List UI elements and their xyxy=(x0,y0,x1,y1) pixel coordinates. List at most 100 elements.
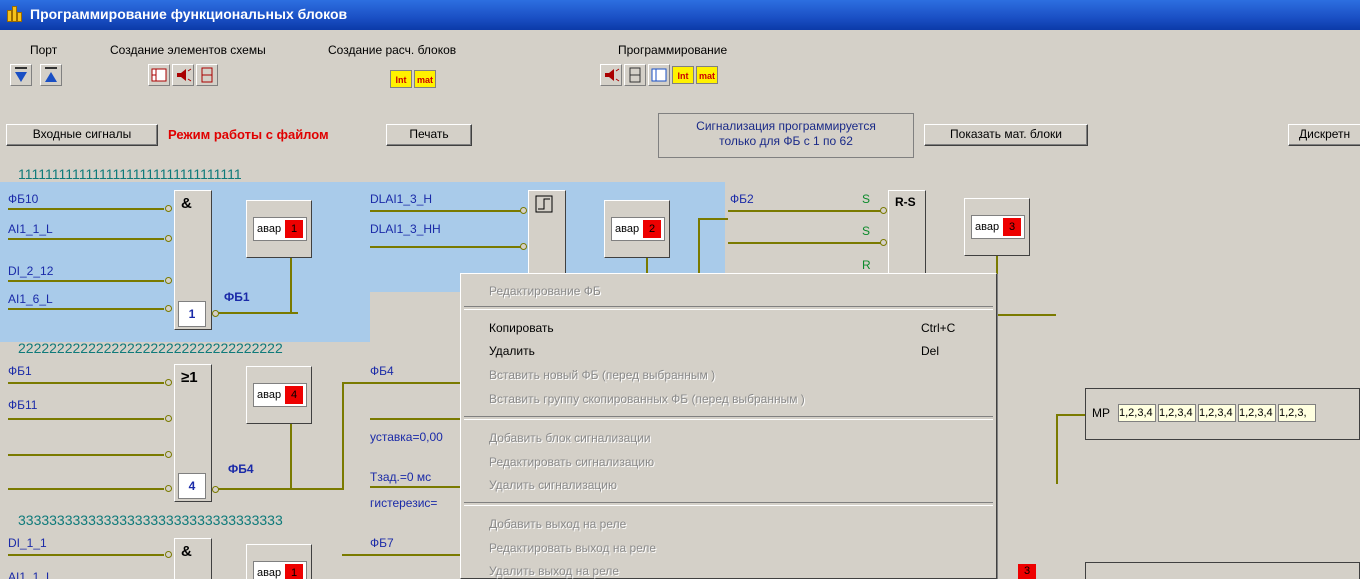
relay-cell[interactable]: 1,2,3,4 xyxy=(1238,404,1276,422)
rs-s-label: S xyxy=(862,224,871,238)
block-symbol: R-S xyxy=(895,195,916,209)
print-button[interactable]: Печать xyxy=(386,124,472,146)
title-bar: Программирование функциональных блоков xyxy=(0,0,1360,30)
input-label: ФБ4 xyxy=(370,364,394,378)
input-label: ФБ7 xyxy=(370,536,394,550)
block-element-icon[interactable] xyxy=(148,64,170,86)
discrete-button[interactable]: Дискретн xyxy=(1288,124,1360,146)
alarm-program-icon[interactable] xyxy=(600,64,622,86)
relay-element-icon[interactable] xyxy=(196,64,218,86)
delay-label: Тзад.=0 мс xyxy=(370,470,432,484)
int-program-button[interactable]: Int xyxy=(672,66,694,84)
alarm-label: авар 4 xyxy=(253,383,307,407)
int-block-button[interactable]: Int xyxy=(390,70,412,88)
fb4-block[interactable]: ≥1 4 xyxy=(174,364,212,502)
alarm-box-2[interactable]: авар 2 xyxy=(604,200,670,258)
row-marker-2: 2222222222222222222222222222222222 xyxy=(18,340,283,356)
input-label: AI1_1_L xyxy=(8,222,53,236)
input-label: DI_1_1 xyxy=(8,536,47,550)
port-upload-icon[interactable] xyxy=(40,64,62,86)
input-label: DLAI1_3_H xyxy=(370,192,433,206)
menu-header: Редактирование ФБ xyxy=(489,284,601,298)
context-menu: Редактирование ФБ Копировать Ctrl+C Удал… xyxy=(460,273,997,579)
relay-output-panel-2 xyxy=(1085,562,1360,579)
block-symbol: & xyxy=(181,543,192,560)
block-program-icon[interactable] xyxy=(648,64,670,86)
menu-create-calc-blocks[interactable]: Создание расч. блоков xyxy=(328,43,456,57)
relay-program-icon[interactable] xyxy=(624,64,646,86)
setpoint-label: уставка=0,00 xyxy=(370,430,443,444)
shortcut-copy: Ctrl+C xyxy=(921,321,956,335)
relay-cell[interactable]: 1,2,3,4 xyxy=(1198,404,1236,422)
mat-block-button[interactable]: mat xyxy=(414,70,436,88)
alarm-number: 3 xyxy=(1018,564,1036,579)
alarm-label: авар 1 xyxy=(253,217,307,241)
window-title: Программирование функциональных блоков xyxy=(30,6,348,22)
alarm-number: 1 xyxy=(285,220,303,238)
row-marker-3: 3333333333333333333333333333333333 xyxy=(18,512,283,528)
relay-cell[interactable]: 1,2,3, xyxy=(1278,404,1316,422)
menu-item-insert-group[interactable]: Вставить группу скопированных ФБ (перед … xyxy=(489,392,805,406)
shortcut-delete: Del xyxy=(921,344,940,358)
fb-output-name: ФБ4 xyxy=(228,462,254,476)
input-label: AI1_6_L xyxy=(8,292,53,306)
menu-item-delete-alarm[interactable]: Удалить сигнализацию xyxy=(489,478,617,492)
menu-bar: Порт Создание элементов схемы Создание р… xyxy=(0,40,1360,60)
input-label: ФБ2 xyxy=(730,192,754,206)
menu-create-elements[interactable]: Создание элементов схемы xyxy=(110,43,266,57)
hysteresis-label: гистерезис= xyxy=(370,496,438,510)
menu-port[interactable]: Порт xyxy=(30,43,57,57)
alarm-box-3[interactable]: авар 3 xyxy=(964,198,1030,256)
alarm-number: 3 xyxy=(1003,218,1021,236)
port-download-icon[interactable] xyxy=(10,64,32,86)
edge-trigger-icon xyxy=(535,195,553,213)
row-marker-1: 111111111111111111111111111111111 xyxy=(18,166,242,182)
relay-cell[interactable]: 1,2,3,4 xyxy=(1118,404,1156,422)
alarm-note: Сигнализация программируется только для … xyxy=(658,113,914,158)
fb4-number: 4 xyxy=(178,473,206,499)
menu-item-edit-relay[interactable]: Редактировать выход на реле xyxy=(489,541,656,555)
block-symbol: ≥1 xyxy=(181,369,198,386)
alarm-number: 4 xyxy=(285,386,303,404)
alarm-box-5[interactable]: авар 1 xyxy=(246,544,312,579)
input-label: DI_2_12 xyxy=(8,264,54,278)
relay-cell[interactable]: 1,2,3,4 xyxy=(1158,404,1196,422)
menu-item-delete[interactable]: Удалить xyxy=(489,344,535,358)
fb1-block[interactable]: & 1 xyxy=(174,190,212,330)
input-label: DLAI1_3_HH xyxy=(370,222,441,236)
menu-item-edit-alarm[interactable]: Редактировать сигнализацию xyxy=(489,455,654,469)
menu-programming[interactable]: Программирование xyxy=(618,43,727,57)
mat-program-button[interactable]: mat xyxy=(696,66,718,84)
fb-output-name: ФБ1 xyxy=(224,290,250,304)
menu-item-insert-new[interactable]: Вставить новый ФБ (перед выбранным ) xyxy=(489,368,715,382)
fb7-block[interactable]: & xyxy=(174,538,212,579)
input-signals-button[interactable]: Входные сигналы xyxy=(6,124,158,146)
rs-s-label: S xyxy=(862,192,871,206)
menu-item-delete-relay[interactable]: Удалить выход на реле xyxy=(489,564,619,578)
alarm-number: 2 xyxy=(643,220,661,238)
file-mode-label: Режим работы с файлом xyxy=(168,127,329,142)
show-math-blocks-button[interactable]: Показать мат. блоки xyxy=(924,124,1088,146)
menu-item-copy[interactable]: Копировать xyxy=(489,321,554,335)
note-line1: Сигнализация программируется xyxy=(696,119,876,133)
alarm-label: авар 3 xyxy=(971,215,1025,239)
alarm-number: 1 xyxy=(285,564,303,579)
input-label: AI1_1_L xyxy=(8,570,53,579)
block-symbol: & xyxy=(181,195,192,212)
alarm-box-1[interactable]: авар 1 xyxy=(246,200,312,258)
rs-r-label: R xyxy=(862,258,871,272)
alarm-box-4[interactable]: авар 4 xyxy=(246,366,312,424)
input-label: ФБ10 xyxy=(8,192,39,206)
relay-output-panel[interactable]: МР 1,2,3,4 1,2,3,4 1,2,3,4 1,2,3,4 1,2,3… xyxy=(1085,388,1360,440)
note-line2: только для ФБ с 1 по 62 xyxy=(719,134,853,148)
input-label: ФБ1 xyxy=(8,364,32,378)
alarm-label: авар 2 xyxy=(611,217,665,241)
alarm-element-icon[interactable] xyxy=(172,64,194,86)
alarm-label: авар 1 xyxy=(253,561,307,579)
input-label: ФБ11 xyxy=(8,398,38,412)
menu-item-add-alarm[interactable]: Добавить блок сигнализации xyxy=(489,431,651,445)
mr-label: МР xyxy=(1092,406,1110,420)
app-icon xyxy=(6,6,24,24)
fb1-number: 1 xyxy=(178,301,206,327)
menu-item-add-relay[interactable]: Добавить выход на реле xyxy=(489,517,626,531)
